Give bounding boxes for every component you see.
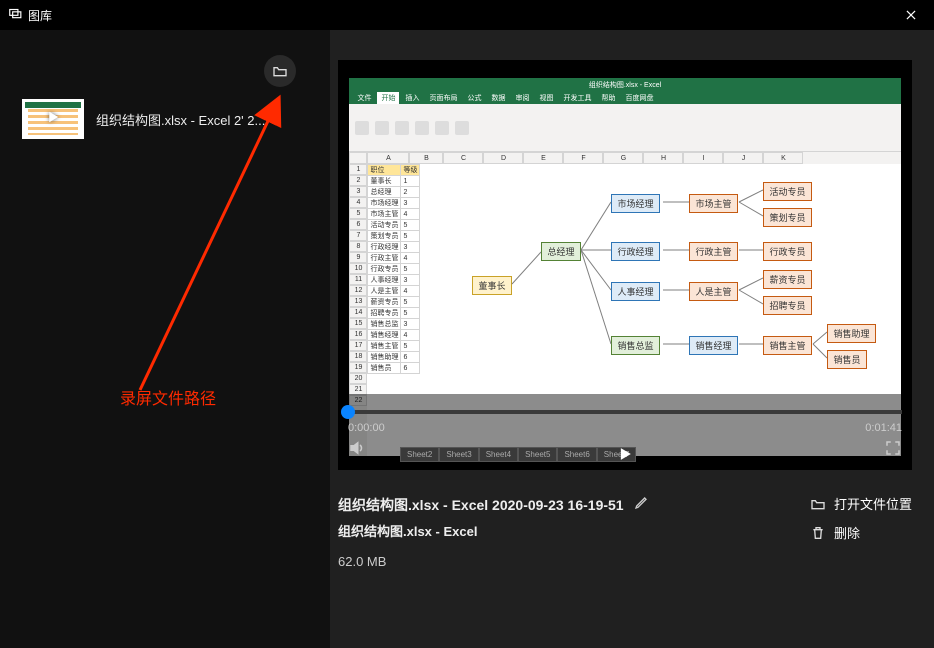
delete-button[interactable]: 删除 (810, 523, 912, 542)
file-subtitle: 组织结构图.xlsx - Excel (338, 521, 770, 540)
org-node: 行政专员 (763, 242, 811, 261)
sheet-tabs: Sheet2Sheet3Sheet4Sheet5Sheet6Sheet7 (400, 447, 636, 462)
org-node: 销售员 (827, 350, 866, 369)
org-node: 活动专员 (763, 182, 811, 201)
player-controls: 0:00:00 0:01:41 Sheet2Sheet3Sheet4Sheet5… (338, 394, 912, 470)
ribbon-tab: 百度网盘 (621, 92, 657, 104)
ribbon-tab: 开始 (377, 92, 399, 104)
org-node: 薪资专员 (763, 270, 811, 289)
time-total: 0:01:41 (865, 422, 902, 434)
excel-ribbon (349, 104, 900, 152)
ribbon-tab: 开发工具 (559, 92, 595, 104)
ribbon-tab: 帮助 (597, 92, 619, 104)
annotation-label: 录屏文件路径 (120, 385, 216, 409)
excel-title: 组织结构图.xlsx - Excel (589, 80, 661, 90)
window-title: 图库 (28, 7, 52, 24)
open-folder-button[interactable] (264, 55, 296, 87)
ribbon-tab: 公式 (463, 92, 485, 104)
window-icon (8, 6, 22, 25)
title-bar: 图库 (0, 0, 934, 30)
ribbon-tab: 审阅 (511, 92, 533, 104)
ribbon-tab: 页面布局 (425, 92, 461, 104)
org-node: 行政主管 (689, 242, 737, 261)
play-icon (44, 108, 62, 131)
org-node: 销售主管 (763, 336, 811, 355)
org-node: 招聘专员 (763, 296, 811, 315)
fullscreen-button[interactable] (884, 439, 902, 462)
excel-table: 职位等级董事长1总经理2市场经理3市场主管4活动专员5策划专员5行政经理3行政主… (367, 164, 420, 374)
delete-label: 删除 (834, 523, 860, 542)
ribbon-tab: 插入 (401, 92, 423, 104)
org-node: 董事长 (472, 276, 511, 295)
close-button[interactable] (896, 0, 926, 30)
edit-icon[interactable] (634, 494, 650, 515)
thumbnail-image (22, 99, 84, 139)
open-location-button[interactable]: 打开文件位置 (810, 494, 912, 513)
sidebar: 组织结构图.xlsx - Excel 2' 2... 录屏文件路径 (0, 30, 330, 648)
excel-ribbon-tabs: 文件 开始 插入 页面布局 公式 数据 审阅 视图 开发工具 帮助 百度网盘 (349, 92, 900, 104)
play-button[interactable] (615, 444, 635, 464)
video-player: 组织结构图.xlsx - Excel 文件 开始 插入 页面布局 公式 数据 审… (338, 60, 912, 470)
org-node: 总经理 (541, 242, 580, 261)
org-node: 策划专员 (763, 208, 811, 227)
org-node: 人事经理 (611, 282, 659, 301)
annotation-arrow-icon (130, 90, 300, 400)
time-current: 0:00:00 (348, 422, 385, 434)
org-node: 销售总监 (611, 336, 659, 355)
progress-bar[interactable] (348, 410, 902, 414)
ribbon-tab: 数据 (487, 92, 509, 104)
org-node: 人是主管 (689, 282, 737, 301)
open-location-label: 打开文件位置 (834, 494, 912, 513)
ribbon-tab: 视图 (535, 92, 557, 104)
volume-button[interactable] (348, 439, 366, 462)
org-node: 销售助理 (827, 324, 875, 343)
file-size: 62.0 MB (338, 554, 770, 569)
org-node: 销售经理 (689, 336, 737, 355)
file-title: 组织结构图.xlsx - Excel 2020-09-23 16-19-51 (338, 495, 624, 515)
ribbon-tab: 文件 (353, 92, 375, 104)
org-node: 市场主管 (689, 194, 737, 213)
progress-knob[interactable] (341, 405, 355, 419)
org-node: 市场经理 (611, 194, 659, 213)
org-node: 行政经理 (611, 242, 659, 261)
